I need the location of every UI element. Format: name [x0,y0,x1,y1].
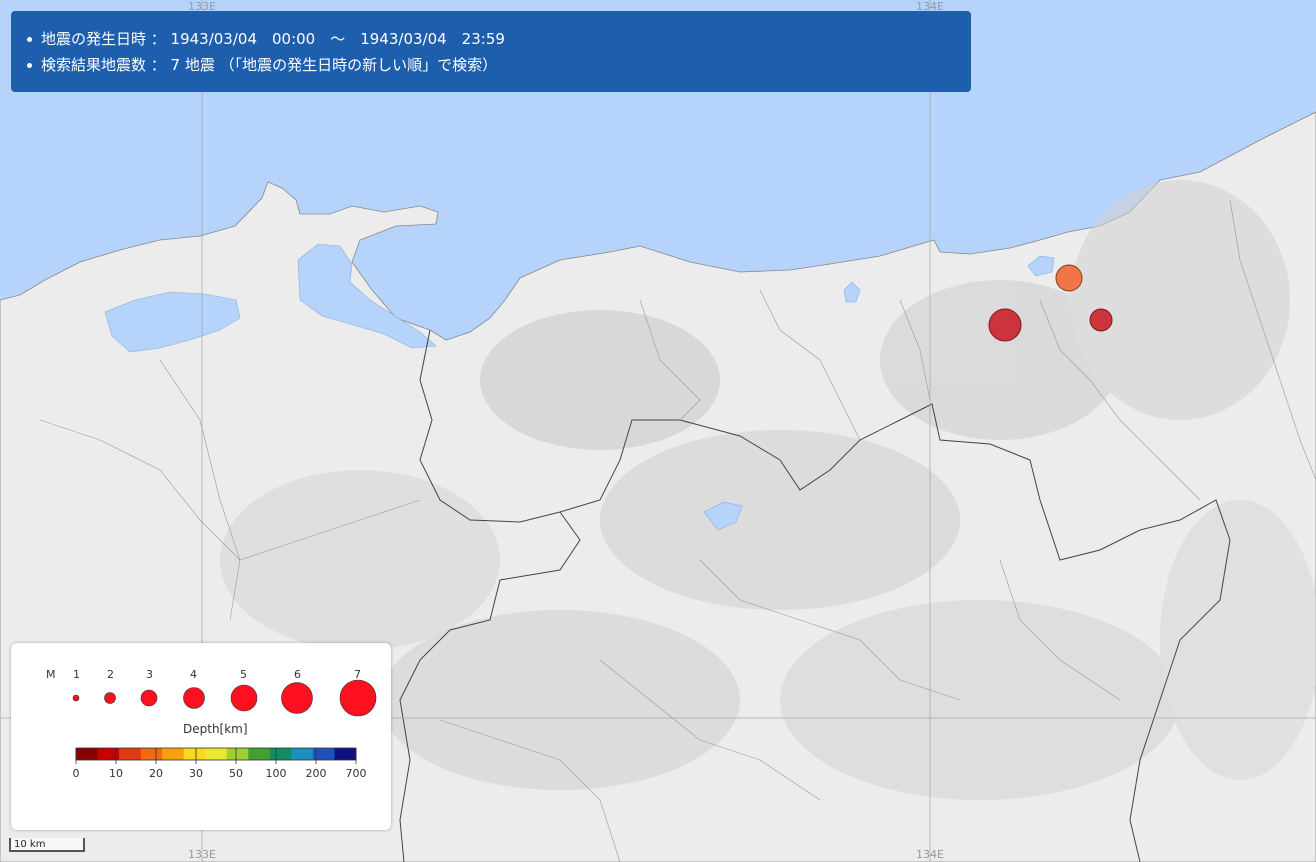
legend-panel: M 1 2 3 4 5 6 7 Depth[km] 0 10 20 30 50 100 20… [11,643,391,830]
legend-mag-1: 1 [73,668,80,681]
scale-label: 10 km [14,839,46,850]
depth-tick-label: 20 [149,767,163,780]
depth-tick-label: 100 [266,767,287,780]
info-datetime-range: 地震の発生日時 ： 1943/03/04 00:00 ～ 1943/03/04 … [27,26,957,52]
depth-color-segment [140,748,163,760]
depth-color-segment [248,748,271,760]
legend-mag-3: 3 [146,668,153,681]
search-info-panel: 地震の発生日時 ： 1943/03/04 00:00 ～ 1943/03/04 … [11,11,971,92]
depth-tick-label: 50 [229,767,243,780]
legend-circle-m1 [72,694,80,702]
depth-tick-label: 200 [306,767,327,780]
legend-mag-5: 5 [240,668,247,681]
legend-magnitude-label: M [46,668,56,681]
depth-color-segment [183,748,206,760]
lon-label-133-bottom: 133E [188,848,216,861]
legend-mag-4: 4 [190,668,197,681]
legend-circle-m7 [339,679,377,717]
legend-mag-6: 6 [294,668,301,681]
depth-color-segment [291,748,314,760]
legend-circle-m3 [140,689,158,707]
lon-label-134-bottom: 134E [916,848,944,861]
depth-tick-label: 700 [346,767,367,780]
epicenter-marker-1[interactable] [988,308,1022,342]
legend-circle-m4 [183,687,205,709]
depth-color-segment [76,748,99,760]
legend-circle-m6 [281,682,313,714]
depth-color-bar [75,747,357,761]
depth-tick-label: 0 [73,767,80,780]
depth-tick-label: 10 [109,767,123,780]
depth-tick-label: 30 [189,767,203,780]
depth-color-segment [226,748,249,760]
depth-color-segment [205,748,228,760]
legend-circle-m5 [230,684,258,712]
depth-color-segment [119,748,142,760]
info-result-count: 検索結果地震数 ： 7 地震 （「地震の発生日時の新しい順」で検索） [27,52,957,78]
legend-mag-2: 2 [107,668,114,681]
epicenter-marker-2[interactable] [1089,308,1113,332]
depth-color-segment [269,748,292,760]
legend-depth-title: Depth[km] [183,722,248,736]
legend-circle-m2 [104,692,116,704]
scale-bar: 10 km [9,838,85,852]
depth-color-segment [334,748,357,760]
epicenter-marker-3[interactable] [1055,264,1083,292]
legend-mag-7: 7 [354,668,361,681]
depth-color-segment [162,748,185,760]
